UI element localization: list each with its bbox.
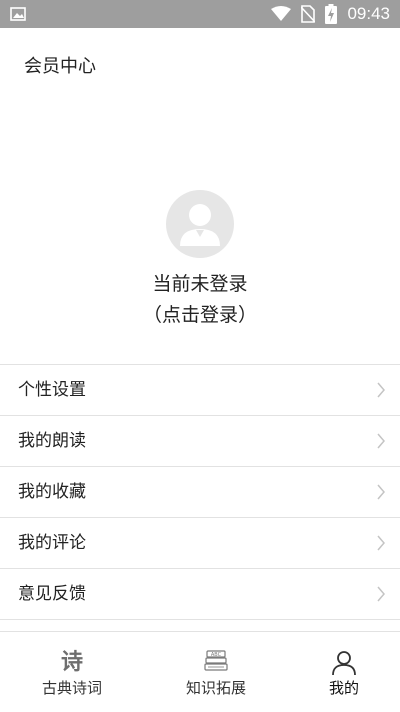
user-avatar-icon[interactable] <box>166 190 234 258</box>
image-icon <box>10 6 26 22</box>
menu-item-label: 我的朗读 <box>18 431 86 451</box>
menu-item-label: 个性设置 <box>18 380 86 400</box>
tab-label: 我的 <box>328 679 359 697</box>
chevron-right-icon <box>376 535 386 551</box>
chevron-right-icon <box>376 433 386 449</box>
tab-classical-poetry[interactable]: 诗 古典诗词 <box>12 632 132 712</box>
svg-text:ABC: ABC <box>211 652 222 658</box>
person-icon <box>331 650 357 680</box>
poem-icon: 诗 <box>60 649 84 675</box>
menu-item-my-favorites[interactable]: 我的收藏 <box>0 467 400 518</box>
chevron-right-icon <box>376 484 386 500</box>
tab-label: 知识拓展 <box>185 679 246 697</box>
menu-item-label: 意见反馈 <box>18 584 86 604</box>
tab-label: 古典诗词 <box>41 679 102 697</box>
settings-menu: 个性设置 我的朗读 我的收藏 我的评论 意见反馈 <box>0 364 400 620</box>
menu-item-my-readings[interactable]: 我的朗读 <box>0 416 400 467</box>
wifi-icon <box>271 6 292 22</box>
tab-knowledge[interactable]: ABC 知识拓展 <box>156 632 276 712</box>
no-sim-icon <box>301 5 316 23</box>
menu-item-feedback[interactable]: 意见反馈 <box>0 569 400 620</box>
books-icon: ABC <box>204 650 228 676</box>
chevron-right-icon <box>376 586 386 602</box>
bottom-nav: 诗 古典诗词 ABC 知识拓展 我的 <box>0 631 400 712</box>
status-bar: 09:43 <box>0 0 400 28</box>
clock: 09:43 <box>347 4 390 23</box>
menu-item-personal-settings[interactable]: 个性设置 <box>0 365 400 416</box>
login-link[interactable]: （点击登录） <box>0 301 400 329</box>
chevron-right-icon <box>376 382 386 398</box>
page-title: 会员中心 <box>24 56 96 77</box>
menu-item-label: 我的收藏 <box>18 482 86 502</box>
menu-item-label: 我的评论 <box>18 533 86 553</box>
tab-mine[interactable]: 我的 <box>284 632 400 712</box>
menu-item-my-comments[interactable]: 我的评论 <box>0 518 400 569</box>
login-status-text: 当前未登录 <box>152 273 248 295</box>
battery-charging-icon <box>325 4 338 24</box>
